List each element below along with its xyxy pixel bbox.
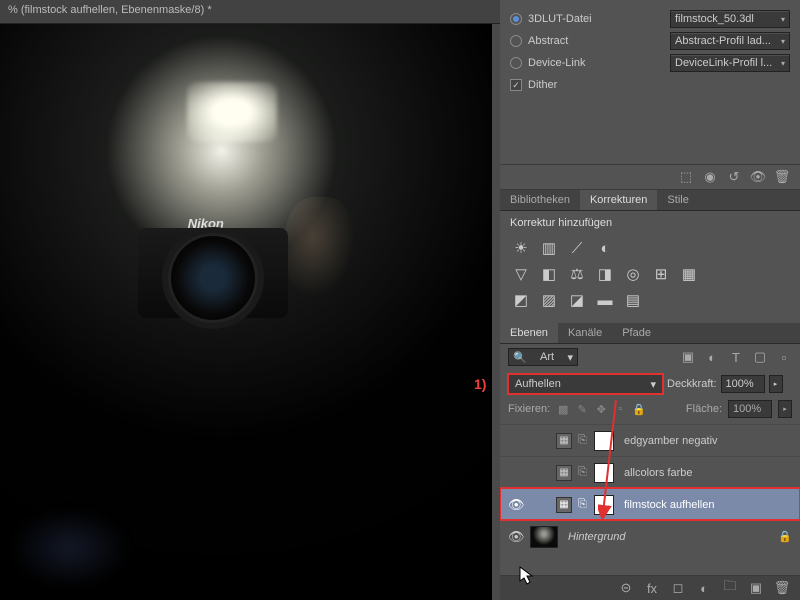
tab-stile[interactable]: Stile <box>657 190 698 210</box>
fill-flyout[interactable]: ▸ <box>778 400 792 418</box>
tab-kanaele[interactable]: Kanäle <box>558 323 612 343</box>
visibility-icon[interactable]: 👁 <box>750 169 766 185</box>
layer-list: ▦ ⎘ edgyamber negativ ▦ ⎘ allcolors farb… <box>500 424 800 575</box>
annotation-marker-1: 1) <box>474 376 486 392</box>
adjustments-title: Korrektur hinzufügen <box>510 217 790 229</box>
tab-korrekturen[interactable]: Korrekturen <box>580 190 657 210</box>
fill-input[interactable]: 100% <box>728 400 772 418</box>
radio-3dlut[interactable] <box>510 13 522 25</box>
filter-shape-icon[interactable]: ▢ <box>752 349 768 365</box>
lock-label: Fixieren: <box>508 403 550 415</box>
blend-mode-dropdown[interactable]: Aufhellen▾ <box>508 374 663 394</box>
label-3dlut: 3DLUT-Datei <box>528 13 592 25</box>
fx-icon[interactable]: fx <box>644 580 660 596</box>
colorlookup-icon[interactable]: ▦ <box>680 265 698 283</box>
lock-all-icon[interactable]: 🔒 <box>632 402 646 416</box>
adjustment-thumb-icon: ▦ <box>556 433 572 449</box>
lock-pixels-icon[interactable]: ✎ <box>575 402 589 416</box>
adjustments-panel: Korrektur hinzufügen ☀ ▥ ⟋ ◐ ▽ ◧ ⚖ ◨ ◎ ⊞… <box>500 211 800 323</box>
dropdown-abstract[interactable]: Abstract-Profil lad...▾ <box>670 32 790 50</box>
lock-position-icon[interactable]: ✥ <box>594 402 608 416</box>
radio-devicelink[interactable] <box>510 57 522 69</box>
label-dither: Dither <box>528 79 557 91</box>
posterize-icon[interactable]: ▨ <box>540 291 558 309</box>
hue-icon[interactable]: ◧ <box>540 265 558 283</box>
layer-name[interactable]: Hintergrund <box>568 531 625 543</box>
mask-icon[interactable]: ◻ <box>670 580 686 596</box>
background-thumb <box>530 526 558 548</box>
radio-abstract[interactable] <box>510 35 522 47</box>
adjustment-thumb-icon: ▦ <box>556 497 572 513</box>
photo-preview: Nikon <box>0 24 492 600</box>
checkbox-dither[interactable]: ✓ <box>510 79 522 91</box>
gradientmap-icon[interactable]: ▬ <box>596 291 614 309</box>
photofilter-icon[interactable]: ◎ <box>624 265 642 283</box>
group-icon[interactable]: 🗀 <box>722 580 738 596</box>
brightness-icon[interactable]: ☀ <box>512 239 530 257</box>
selectivecolor-icon[interactable]: ▤ <box>624 291 642 309</box>
layer-filter-dropdown[interactable]: 🔍Art▾ <box>508 348 578 366</box>
layer-name[interactable]: edgyamber negativ <box>624 435 718 447</box>
opacity-input[interactable]: 100% <box>721 375 765 393</box>
invert-icon[interactable]: ◩ <box>512 291 530 309</box>
threshold-icon[interactable]: ◪ <box>568 291 586 309</box>
layer-mask[interactable] <box>594 495 614 515</box>
opacity-flyout[interactable]: ▸ <box>769 375 783 393</box>
dropdown-devicelink[interactable]: DeviceLink-Profil l...▾ <box>670 54 790 72</box>
visibility-toggle[interactable]: 👁 <box>508 497 524 513</box>
layer-row-background[interactable]: 👁 Hintergrund 🔒 <box>500 520 800 552</box>
filter-image-icon[interactable]: ▣ <box>680 349 696 365</box>
levels-icon[interactable]: ▥ <box>540 239 558 257</box>
link-icon: ⎘ <box>578 466 588 479</box>
layer-row[interactable]: ▦ ⎘ allcolors farbe <box>500 456 800 488</box>
new-layer-icon[interactable]: ▣ <box>748 580 764 596</box>
curves-icon[interactable]: ⟋ <box>568 239 586 257</box>
lock-artboard-icon[interactable]: ▫ <box>613 402 627 416</box>
exposure-icon[interactable]: ◐ <box>596 239 614 257</box>
reset-icon[interactable]: ↺ <box>726 169 742 185</box>
layer-mask[interactable] <box>594 463 614 483</box>
link-layers-icon[interactable]: ⊝ <box>618 580 634 596</box>
layer-name[interactable]: allcolors farbe <box>624 467 692 479</box>
vibrance-icon[interactable]: ▽ <box>512 265 530 283</box>
tab-bibliotheken[interactable]: Bibliotheken <box>500 190 580 210</box>
layer-mask[interactable] <box>594 431 614 451</box>
properties-panel: 3DLUT-Datei filmstock_50.3dl▾ Abstract A… <box>500 0 800 104</box>
link-icon: ⎘ <box>578 434 588 447</box>
lock-indicator-icon: 🔒 <box>778 530 792 543</box>
dropdown-3dlut[interactable]: filmstock_50.3dl▾ <box>670 10 790 28</box>
canvas[interactable]: Nikon <box>0 24 500 600</box>
new-adjustment-icon[interactable]: ◐ <box>696 580 712 596</box>
bw-icon[interactable]: ◨ <box>596 265 614 283</box>
fill-label: Fläche: <box>686 403 722 415</box>
opacity-label: Deckkraft: <box>667 378 717 390</box>
clip-icon[interactable]: ⬚ <box>678 169 694 185</box>
lock-transparency-icon[interactable]: ▩ <box>556 402 570 416</box>
visibility-toggle[interactable]: 👁 <box>508 529 524 545</box>
tab-pfade[interactable]: Pfade <box>612 323 661 343</box>
link-icon: ⎘ <box>578 498 588 511</box>
colorbalance-icon[interactable]: ⚖ <box>568 265 586 283</box>
layer-name[interactable]: filmstock aufhellen <box>624 499 715 511</box>
filter-type-icon[interactable]: T <box>728 349 744 365</box>
view-previous-icon[interactable]: ◉ <box>702 169 718 185</box>
layer-row-selected[interactable]: 👁 ▦ ⎘ filmstock aufhellen <box>500 488 800 520</box>
adjustment-thumb-icon: ▦ <box>556 465 572 481</box>
label-abstract: Abstract <box>528 35 568 47</box>
filter-adjustment-icon[interactable]: ◐ <box>704 349 720 365</box>
channelmixer-icon[interactable]: ⊞ <box>652 265 670 283</box>
filter-smart-icon[interactable]: ▫ <box>776 349 792 365</box>
document-tab[interactable]: % (filmstock aufhellen, Ebenenmaske/8) * <box>0 0 500 24</box>
delete-icon[interactable]: 🗑 <box>774 580 790 596</box>
label-devicelink: Device-Link <box>528 57 585 69</box>
layer-row[interactable]: ▦ ⎘ edgyamber negativ <box>500 424 800 456</box>
trash-icon[interactable]: 🗑 <box>774 169 790 185</box>
tab-ebenen[interactable]: Ebenen <box>500 323 558 343</box>
camera-brand-text: Nikon <box>188 216 224 231</box>
